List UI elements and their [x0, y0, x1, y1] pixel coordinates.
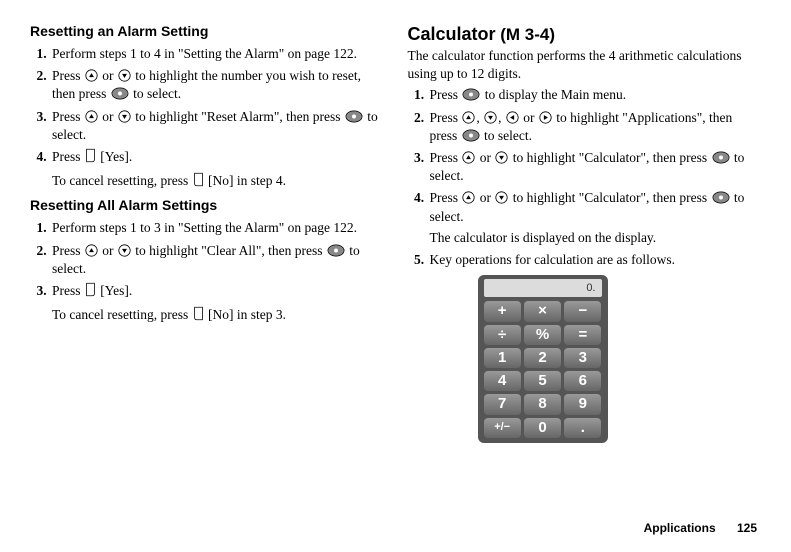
- center-key-icon: [345, 110, 363, 123]
- step-3: Press or to highlight "Reset Alarm", the…: [50, 108, 384, 144]
- up-icon: [462, 151, 475, 164]
- step-3-note: To cancel resetting, press [No] in step …: [52, 306, 384, 324]
- right-column: Calculator (M 3-4) The calculator functi…: [408, 22, 762, 443]
- step-text: Key operations for calculation are as fo…: [430, 252, 676, 267]
- center-key-icon: [712, 151, 730, 164]
- key-2: 2: [524, 348, 561, 368]
- menu-code: (M 3-4): [496, 25, 556, 44]
- heading-reset-all: Resetting All Alarm Settings: [30, 196, 384, 215]
- step-2: Press or to highlight "Clear All", then …: [50, 242, 384, 278]
- step-5: Key operations for calculation are as fo…: [428, 251, 762, 269]
- step-text: Press or to highlight "Reset Alarm", the…: [52, 109, 378, 142]
- step-text: Press or to highlight "Clear All", then …: [52, 243, 360, 276]
- key-times: ×: [524, 301, 561, 321]
- step-text: Press or to highlight the number you wis…: [52, 68, 361, 101]
- step-1: Press to display the Main menu.: [428, 86, 762, 104]
- step-text: Press or to highlight "Calculator", then…: [430, 150, 745, 183]
- key-6: 6: [564, 371, 601, 391]
- step-4: Press [Yes].: [50, 148, 384, 166]
- down-icon: [118, 110, 131, 123]
- calc-keypad: + × − ÷ % = 1 2 3 4 5 6 7 8 9 +/− 0 .: [484, 301, 602, 437]
- footer-page: 125: [737, 521, 757, 535]
- key-eq: =: [564, 325, 601, 345]
- left-icon: [506, 111, 519, 124]
- step-text: Press [Yes].: [52, 283, 132, 298]
- up-icon: [85, 69, 98, 82]
- key-3: 3: [564, 348, 601, 368]
- page-footer: Applications 125: [644, 520, 757, 536]
- key-8: 8: [524, 394, 561, 414]
- key-5: 5: [524, 371, 561, 391]
- step-2: Press or to highlight the number you wis…: [50, 67, 384, 103]
- step-1: Perform steps 1 to 4 in "Setting the Ala…: [50, 45, 384, 63]
- page-columns: Resetting an Alarm Setting Perform steps…: [30, 22, 761, 443]
- center-key-icon: [462, 88, 480, 101]
- step-2: Press , , or to highlight "Applications"…: [428, 109, 762, 145]
- key-plus: +: [484, 301, 521, 321]
- step-3: Press or to highlight "Calculator", then…: [428, 149, 762, 185]
- step-text: Press or to highlight "Calculator", then…: [430, 190, 745, 223]
- steps-calculator: Press to display the Main menu. Press , …: [408, 86, 762, 269]
- step-text: Perform steps 1 to 3 in "Setting the Ala…: [52, 220, 357, 235]
- up-icon: [85, 244, 98, 257]
- center-key-icon: [111, 87, 129, 100]
- down-icon: [484, 111, 497, 124]
- steps-reset-all: Perform steps 1 to 3 in "Setting the Ala…: [30, 219, 384, 300]
- step-text: Press to display the Main menu.: [430, 87, 627, 102]
- step-4-note: The calculator is displayed on the displ…: [430, 229, 762, 247]
- key-minus: −: [564, 301, 601, 321]
- key-9: 9: [564, 394, 601, 414]
- heading-calculator: Calculator: [408, 24, 496, 44]
- step-1: Perform steps 1 to 3 in "Setting the Ala…: [50, 219, 384, 237]
- intro-text: The calculator function performs the 4 a…: [408, 47, 762, 83]
- center-key-icon: [327, 244, 345, 257]
- key-pct: %: [524, 325, 561, 345]
- steps-reset-alarm: Perform steps 1 to 4 in "Setting the Ala…: [30, 45, 384, 166]
- softkey-left-icon: [85, 282, 96, 297]
- up-icon: [462, 111, 475, 124]
- heading-reset-alarm: Resetting an Alarm Setting: [30, 22, 384, 41]
- step-text: Perform steps 1 to 4 in "Setting the Ala…: [52, 46, 357, 61]
- center-key-icon: [462, 129, 480, 142]
- key-0: 0: [524, 418, 561, 438]
- footer-section: Applications: [644, 521, 716, 535]
- step-text: Press , , or to highlight "Applications"…: [430, 110, 733, 143]
- center-key-icon: [712, 191, 730, 204]
- calculator-keypad-image: + × − ÷ % = 1 2 3 4 5 6 7 8 9 +/− 0 .: [478, 275, 608, 443]
- key-sign: +/−: [484, 418, 521, 438]
- up-icon: [462, 191, 475, 204]
- heading-calculator-row: Calculator (M 3-4): [408, 22, 762, 47]
- key-1: 1: [484, 348, 521, 368]
- down-icon: [495, 191, 508, 204]
- down-icon: [118, 244, 131, 257]
- step-3: Press [Yes].: [50, 282, 384, 300]
- step-4: Press or to highlight "Calculator", then…: [428, 189, 762, 247]
- step-4-note: To cancel resetting, press [No] in step …: [52, 172, 384, 190]
- softkey-right-icon: [193, 172, 204, 187]
- softkey-right-icon: [193, 306, 204, 321]
- down-icon: [495, 151, 508, 164]
- right-icon: [539, 111, 552, 124]
- up-icon: [85, 110, 98, 123]
- key-4: 4: [484, 371, 521, 391]
- key-7: 7: [484, 394, 521, 414]
- left-column: Resetting an Alarm Setting Perform steps…: [30, 22, 384, 443]
- down-icon: [118, 69, 131, 82]
- calc-display: [484, 279, 602, 297]
- softkey-left-icon: [85, 148, 96, 163]
- key-div: ÷: [484, 325, 521, 345]
- key-dot: .: [564, 418, 601, 438]
- step-text: Press [Yes].: [52, 149, 132, 164]
